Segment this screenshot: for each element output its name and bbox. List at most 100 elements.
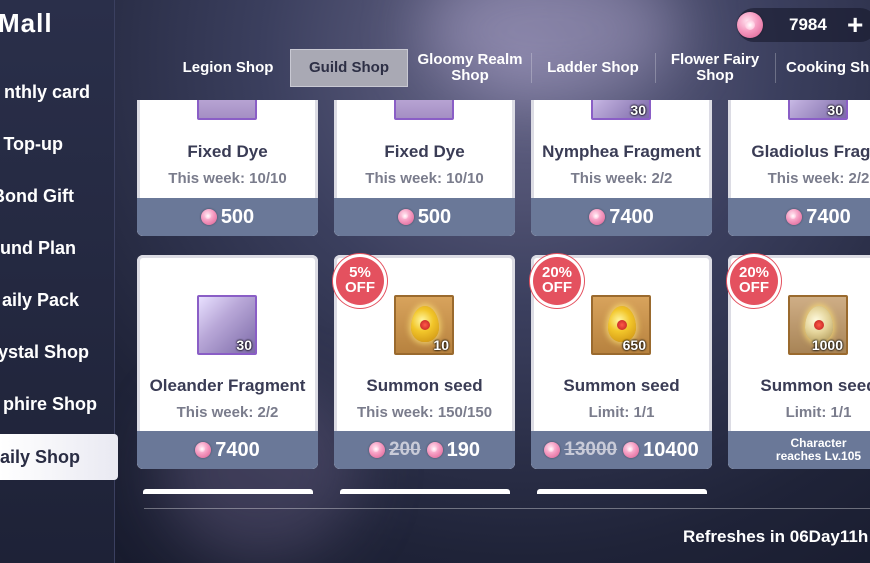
summon-seed-icon: 10 — [394, 295, 454, 355]
price: 7400 — [609, 205, 654, 228]
nymphea-fragment-icon: 30 — [591, 100, 651, 120]
price: 190 — [446, 438, 481, 461]
sidebar-item-crystal-shop[interactable]: ystal Shop — [0, 329, 114, 375]
gem-icon — [589, 209, 606, 225]
price: 500 — [220, 205, 255, 228]
buy-button[interactable]: 13000 10400 — [531, 431, 712, 469]
shop-grid: Fixed Dye This week: 10/10 500 Fixed Dye… — [114, 100, 870, 510]
sidebar-item-label: phire Shop — [3, 393, 97, 414]
original-price: 200 — [388, 439, 421, 460]
refresh-timer: Refreshes in 06Day11h — [683, 527, 869, 546]
tab-label: Gloomy Realm Shop — [417, 51, 523, 84]
buy-button[interactable]: 7400 — [531, 198, 712, 236]
tab-legion-shop[interactable]: Legion Shop — [166, 49, 290, 87]
buy-button[interactable]: 7400 — [137, 431, 318, 469]
sidebar-item-bond-gift[interactable]: Bond Gift — [0, 173, 114, 219]
buy-button[interactable]: 500 — [334, 198, 515, 236]
gem-icon — [368, 442, 385, 458]
price: 10400 — [643, 438, 699, 461]
tab-cooking-shop[interactable]: Cooking Sh — [776, 49, 870, 87]
sidebar-item-fund-plan[interactable]: und Plan — [0, 225, 114, 271]
purchase-limit: This week: 10/10 — [365, 170, 484, 187]
tab-label: Ladder Shop — [547, 59, 639, 76]
shop-item-card[interactable]: Fixed Dye This week: 10/10 500 — [334, 100, 515, 236]
shop-item-card[interactable]: 30 Gladiolus Fragm This week: 2/2 7400 — [728, 100, 870, 236]
tab-label: Cooking Sh — [786, 59, 870, 76]
sidebar-item-daily-shop[interactable]: aily Shop — [0, 434, 118, 480]
discount-badge: 20% OFF — [728, 255, 780, 307]
purchase-limit: This week: 2/2 — [570, 170, 673, 187]
price: 7400 — [215, 438, 260, 461]
original-price: 13000 — [564, 439, 618, 460]
item-count: 30 — [236, 337, 252, 353]
summon-seed-icon: 1000 — [788, 295, 848, 355]
shop-item-card[interactable]: 30 Nymphea Fragment This week: 2/2 7400 — [531, 100, 712, 236]
discount-text: 20% OFF — [541, 264, 573, 296]
gem-icon — [544, 442, 561, 458]
add-currency-button[interactable]: + — [847, 8, 863, 42]
oleander-fragment-icon: 30 — [197, 295, 257, 355]
purchase-limit: This week: 2/2 — [176, 404, 279, 421]
purchase-limit: This week: 2/2 — [767, 170, 870, 187]
item-name: Nymphea Fragment — [542, 142, 701, 161]
locked-requirement: Character reaches Lv.105 — [728, 431, 870, 469]
shop-item-card[interactable]: 30 Oleander Fragment This week: 2/2 7400 — [137, 255, 318, 469]
tab-label: Legion Shop — [182, 59, 274, 76]
sidebar-item-label: ystal Shop — [0, 341, 89, 362]
item-count: 30 — [827, 102, 843, 118]
sidebar-item-label: aily Pack — [1, 289, 79, 310]
item-count: 10 — [433, 337, 449, 353]
sidebar-item-sapphire-shop[interactable]: phire Shop — [0, 381, 114, 427]
bottom-divider — [144, 508, 870, 509]
item-count: 30 — [630, 102, 646, 118]
item-count: 650 — [622, 337, 646, 353]
shop-tabs: Legion Shop Guild Shop Gloomy Realm Shop… — [162, 49, 870, 87]
purchase-limit: This week: 150/150 — [356, 404, 493, 421]
gem-icon — [397, 209, 414, 225]
sidebar-item-top-up[interactable]: Top-up — [0, 121, 114, 167]
price: 7400 — [806, 205, 851, 228]
tab-flower-fairy-shop[interactable]: Flower Fairy Shop — [656, 49, 774, 87]
currency-amount: 7984 — [789, 15, 827, 34]
shop-item-card[interactable]: 5% OFF 10 Summon seed This week: 150/150… — [334, 255, 515, 469]
item-name: Gladiolus Fragm — [751, 142, 870, 161]
gladiolus-fragment-icon: 30 — [788, 100, 848, 120]
gem-icon — [195, 442, 212, 458]
item-name: Fixed Dye — [384, 142, 465, 161]
gem-icon — [426, 442, 443, 458]
gem-icon — [786, 209, 803, 225]
requirement-text: Character reaches Lv.105 — [775, 436, 862, 463]
currency-display: 7984 + — [737, 8, 870, 42]
item-name: Summon seed — [760, 376, 870, 395]
tab-gloomy-realm-shop[interactable]: Gloomy Realm Shop — [410, 49, 530, 87]
sidebar-item-label: Bond Gift — [0, 185, 74, 206]
item-name: Summon seed — [563, 376, 680, 395]
price: 500 — [417, 205, 452, 228]
discount-text: 5% OFF — [345, 264, 375, 296]
shop-item-card[interactable]: 20% OFF 650 Summon seed Limit: 1/1 13000… — [531, 255, 712, 469]
gem-icon — [737, 12, 763, 38]
buy-button[interactable]: 7400 — [728, 198, 870, 236]
mall-title: Mall — [0, 8, 53, 38]
purchase-limit: This week: 10/10 — [168, 170, 287, 187]
sidebar: Mall nthly card Top-up Bond Gift und Pla… — [0, 0, 118, 563]
summon-seed-icon: 650 — [591, 295, 651, 355]
sidebar-item-label: und Plan — [0, 237, 76, 258]
gem-icon — [200, 209, 217, 225]
next-row-card-edge — [340, 489, 510, 494]
tab-guild-shop[interactable]: Guild Shop — [290, 49, 408, 87]
buy-button[interactable]: 500 — [137, 198, 318, 236]
sidebar-item-daily-pack[interactable]: aily Pack — [0, 277, 114, 323]
sidebar-item-label: nthly card — [3, 81, 90, 102]
item-name: Fixed Dye — [187, 142, 268, 161]
shop-item-card[interactable]: Fixed Dye This week: 10/10 500 — [137, 100, 318, 236]
shop-item-card[interactable]: 20% OFF 1000 Summon seed Limit: 1/1 Char… — [728, 255, 870, 469]
item-count: 1000 — [811, 337, 843, 353]
tab-label: Guild Shop — [309, 59, 389, 76]
discount-badge: 20% OFF — [531, 255, 583, 307]
next-row-card-edge — [537, 489, 707, 494]
tab-ladder-shop[interactable]: Ladder Shop — [532, 49, 654, 87]
item-name: Oleander Fragment — [149, 376, 306, 395]
sidebar-item-monthly-card[interactable]: nthly card — [0, 69, 114, 115]
buy-button[interactable]: 200 190 — [334, 431, 515, 469]
